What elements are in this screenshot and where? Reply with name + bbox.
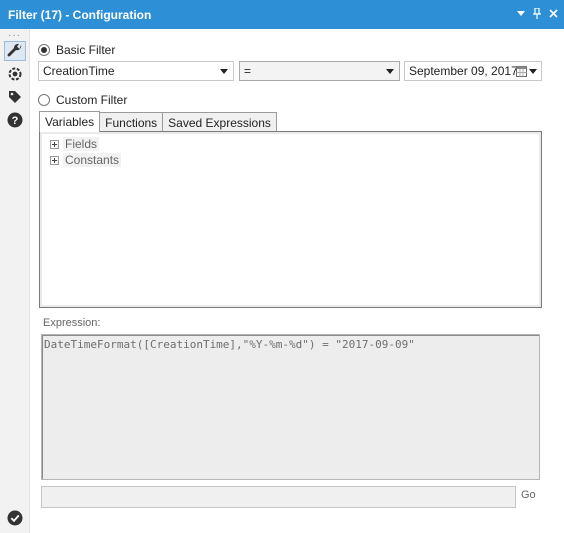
date-value: September 09, 2017 [409, 64, 518, 78]
question-icon[interactable]: ? [4, 110, 26, 130]
gear-icon[interactable] [4, 64, 26, 84]
basic-filter-radio[interactable] [38, 44, 50, 56]
tree-item-fields[interactable]: Fields [50, 137, 100, 151]
operator-select-value: = [244, 64, 252, 78]
tree-item-label: Fields [63, 137, 100, 151]
chevron-down-icon [386, 69, 394, 74]
side-rail: ··· ? [0, 29, 30, 533]
tab-functions[interactable]: Functions [99, 112, 164, 132]
basic-filter-label: Basic Filter [56, 43, 116, 57]
tab-variables[interactable]: Variables [39, 111, 101, 132]
expand-icon[interactable] [50, 155, 59, 165]
go-button[interactable]: Go [521, 489, 536, 501]
tab-saved-expressions[interactable]: Saved Expressions [162, 112, 277, 132]
drag-handle[interactable]: ··· [8, 30, 21, 41]
calendar-icon[interactable] [516, 66, 527, 80]
tree-item-constants[interactable]: Constants [50, 153, 122, 167]
expression-editor[interactable]: DateTimeFormat([CreationTime],"%Y-%m-%d"… [41, 334, 540, 480]
checkmark-icon[interactable] [4, 508, 26, 528]
window-controls [516, 6, 558, 20]
svg-text:?: ? [12, 115, 19, 127]
chevron-down-icon[interactable] [516, 6, 526, 20]
expression-label: Expression: [43, 317, 101, 329]
title-bar: Filter (17) - Configuration [0, 0, 564, 29]
close-icon[interactable] [548, 6, 558, 20]
wrench-icon[interactable] [4, 41, 26, 61]
chevron-down-icon [220, 69, 228, 74]
window-title: Filter (17) - Configuration [8, 8, 152, 22]
pin-icon[interactable] [532, 6, 542, 20]
expression-tabs: Variables Functions Saved Expressions [39, 111, 277, 132]
field-select-value: CreationTime [43, 64, 115, 78]
chevron-down-icon [529, 69, 537, 74]
date-picker[interactable]: September 09, 2017 [404, 61, 542, 81]
field-select[interactable]: CreationTime [38, 61, 234, 81]
custom-filter-label: Custom Filter [56, 93, 128, 107]
operator-select[interactable]: = [239, 61, 400, 81]
expression-text: DateTimeFormat([CreationTime],"%Y-%m-%d"… [44, 338, 415, 351]
tree-item-label: Constants [63, 153, 122, 167]
go-input[interactable] [41, 486, 516, 508]
custom-filter-radio[interactable] [38, 94, 50, 106]
variables-tree: Fields Constants [39, 131, 542, 308]
custom-filter-option[interactable]: Custom Filter [38, 93, 127, 107]
basic-filter-option[interactable]: Basic Filter [38, 43, 115, 57]
expand-icon[interactable] [50, 139, 59, 149]
tag-icon[interactable] [4, 87, 26, 107]
